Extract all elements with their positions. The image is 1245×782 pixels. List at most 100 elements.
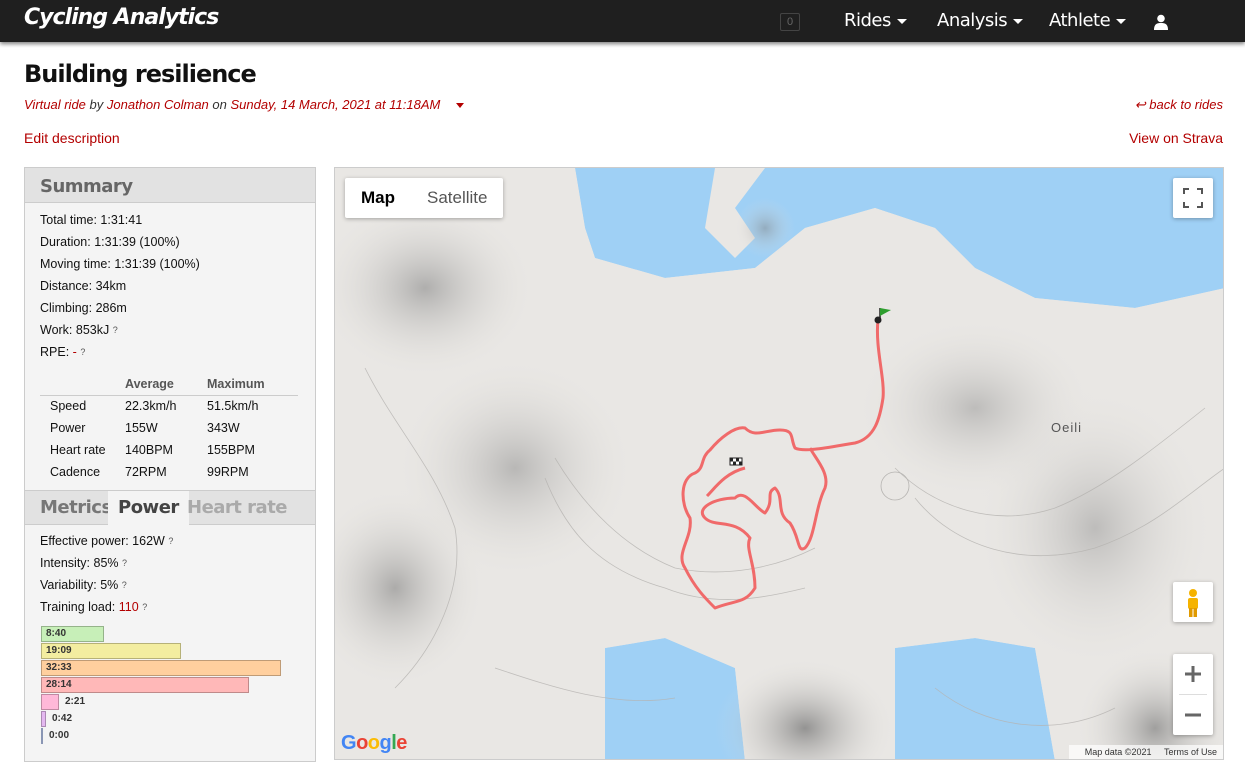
table-cell: 99RPM — [207, 465, 249, 479]
nav-analysis[interactable]: Analysis — [937, 10, 1024, 31]
chevron-down-icon — [1116, 18, 1127, 24]
nav-athlete[interactable]: Athlete — [1049, 10, 1127, 31]
work-row: Work: 853kJ ? — [40, 319, 300, 341]
user-icon[interactable] — [1154, 14, 1168, 30]
duration: Duration: 1:31:39 (100%) — [40, 235, 180, 249]
help-icon[interactable]: ? — [122, 580, 127, 590]
effective-power: Effective power: 162W — [40, 534, 165, 548]
rpe-row: RPE: - ? — [40, 341, 300, 363]
map-terrain — [335, 168, 1223, 759]
map-type-satellite-button[interactable]: Satellite — [411, 178, 503, 218]
google-logo-letter: g — [379, 732, 392, 754]
back-to-rides-link[interactable]: ↩ back to rides — [1135, 97, 1223, 113]
zone-bar — [41, 694, 59, 710]
date-link[interactable]: Sunday, 14 March, 2021 at 11:18AM — [231, 97, 441, 112]
pegman-icon — [1188, 589, 1198, 617]
tab-heart-rate[interactable]: Heart rate — [177, 491, 297, 525]
effective-power-row: Effective power: 162W ? — [40, 530, 173, 552]
zone-time-label: 8:40 — [46, 628, 67, 639]
view-on-strava-link[interactable]: View on Strava — [1129, 130, 1223, 146]
variability: Variability: 5% — [40, 578, 119, 592]
chevron-down-icon — [1013, 18, 1024, 24]
training-load-row: Training load: 110 ? — [40, 596, 173, 618]
google-logo-letter: G — [341, 732, 357, 754]
zone-time-label: 32:33 — [46, 662, 72, 673]
brand-logo[interactable]: Cycling Analytics — [24, 5, 219, 30]
athlete-link[interactable]: Jonathon Colman — [107, 97, 209, 112]
help-icon[interactable]: ? — [113, 325, 118, 335]
notification-badge[interactable]: 0 — [780, 13, 800, 31]
zone-time-label: 0:42 — [52, 713, 73, 724]
distance: Distance: 34km — [40, 279, 127, 293]
table-cell: 51.5km/h — [207, 399, 259, 414]
work: Work: 853kJ — [40, 323, 110, 337]
summary-stats: Total time: 1:31:41 Duration: 1:31:39 (1… — [25, 203, 315, 363]
table-row: Cadence 72RPM 99RPM — [40, 461, 298, 483]
help-icon[interactable]: ? — [142, 602, 147, 612]
table-cell: 155BPM — [207, 443, 255, 457]
moving-time: Moving time: 1:31:39 (100%) — [40, 257, 200, 271]
help-icon[interactable]: ? — [122, 558, 127, 568]
plus-icon — [1185, 666, 1201, 682]
rpe-label: RPE: — [40, 345, 70, 359]
edit-description-link[interactable]: Edit description — [24, 130, 120, 146]
caret-down-icon[interactable] — [455, 103, 464, 109]
table-cell: 72RPM — [125, 465, 167, 479]
power-zones-chart: 8:40 19:09 32:33 28:14 2:21 0:42 0:00 — [41, 626, 301, 746]
zoom-out-button[interactable] — [1173, 695, 1213, 735]
ride-meta: Virtual ride by Jonathon Colman on Sunda… — [24, 97, 464, 112]
finish-flag-icon — [729, 457, 743, 466]
map-attribution: Map data ©2021 Terms of Use — [1068, 745, 1223, 759]
table-header: Average — [125, 373, 207, 396]
page-title: Building resilience — [24, 60, 257, 88]
summary-panel: Summary Total time: 1:31:41 Duration: 1:… — [24, 167, 316, 762]
table-cell: Heart rate — [50, 443, 106, 457]
climbing: Climbing: 286m — [40, 301, 127, 315]
by-text: by — [89, 97, 104, 112]
table-row: Heart rate 140BPM 155BPM — [40, 439, 298, 461]
table-row: Speed 22.3km/h 51.5km/h — [40, 395, 298, 417]
zone-time-label: 28:14 — [46, 679, 72, 690]
zone-time-label: 0:00 — [49, 730, 70, 741]
rpe-value[interactable]: - — [73, 345, 77, 359]
nav-analysis-label: Analysis — [937, 10, 1008, 31]
zone-bar — [41, 660, 281, 676]
total-time: Total time: 1:31:41 — [40, 213, 143, 227]
training-load-value[interactable]: 110 — [119, 600, 139, 614]
terms-of-use-link[interactable]: Terms of Use — [1164, 747, 1217, 757]
power-metrics: Effective power: 162W ? Intensity: 85% ?… — [40, 530, 173, 618]
on-text: on — [212, 97, 227, 112]
table-cell: 140BPM — [125, 443, 173, 457]
fullscreen-button[interactable] — [1173, 178, 1213, 218]
averages-table: Average Maximum Speed 22.3km/h 51.5km/h Po… — [40, 373, 298, 483]
nav-rides[interactable]: Rides — [844, 10, 907, 31]
help-icon[interactable]: ? — [168, 536, 173, 546]
zone-bar — [41, 711, 46, 727]
metric-tabs: Metrics Power Heart rate — [25, 490, 315, 525]
summary-heading: Summary — [25, 168, 315, 203]
route-map[interactable]: Oeili Map Satellite Google Map data ©202… — [334, 167, 1224, 760]
place-label: Oeili — [1051, 420, 1083, 435]
zoom-in-button[interactable] — [1173, 654, 1213, 694]
table-cell: Speed — [50, 399, 87, 414]
google-logo-letter: o — [367, 732, 380, 754]
table-cell: 155W — [125, 421, 158, 435]
table-header: Maximum — [207, 373, 298, 396]
minus-icon — [1185, 713, 1201, 717]
table-header — [40, 373, 125, 396]
map-type-map-button[interactable]: Map — [345, 178, 411, 218]
help-icon[interactable]: ? — [80, 347, 85, 357]
zone-bar — [41, 728, 43, 744]
zone-time-label: 19:09 — [46, 645, 72, 656]
table-row: Power 155W 343W — [40, 417, 298, 439]
table-cell: Power — [50, 421, 86, 435]
zoom-control — [1173, 654, 1213, 735]
zone-time-label: 2:21 — [65, 696, 86, 707]
zone-bar — [41, 677, 249, 693]
street-view-button[interactable] — [1173, 582, 1213, 622]
ride-type-link[interactable]: Virtual ride — [24, 97, 86, 112]
table-cell: 22.3km/h — [125, 399, 177, 414]
nav-rides-label: Rides — [844, 10, 891, 31]
nav-athlete-label: Athlete — [1049, 10, 1111, 31]
google-logo: Google — [341, 732, 407, 755]
